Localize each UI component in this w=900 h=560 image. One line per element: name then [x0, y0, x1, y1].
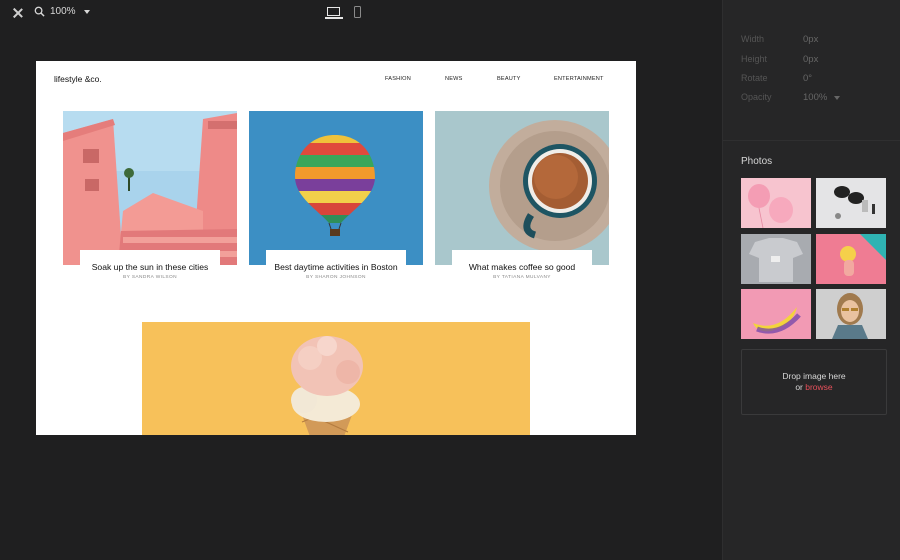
card-caption[interactable]: Best daytime activities in Boston BY SHA… — [266, 250, 406, 283]
card-author: BY SANDRA WILSON — [122, 275, 178, 280]
card-author: BY SHARON JOHNSON — [306, 275, 366, 280]
photo-thumb-sunglasses[interactable] — [816, 178, 886, 228]
card-caption[interactable]: What makes coffee so good BY TATIANA MUL… — [452, 250, 592, 283]
workspace: 100% lifestyle &co. FASHION NEWS BEAUTY … — [0, 0, 722, 560]
rotate-value[interactable]: 0° — [803, 73, 812, 84]
card-image-hot-air-balloon[interactable] — [249, 111, 423, 265]
card-title[interactable]: Best daytime activities in Boston — [266, 262, 406, 272]
hero-image-ice-cream[interactable] — [142, 322, 530, 435]
opacity-dropdown[interactable]: 100% — [803, 92, 841, 103]
photo-thumb-pink-balloons[interactable] — [741, 178, 811, 228]
nav-entertainment[interactable]: ENTERTAINMENT — [554, 76, 604, 82]
dropzone-or: or — [795, 382, 806, 392]
rotate-label: Rotate — [741, 73, 768, 83]
card-image-pink-building[interactable] — [63, 111, 237, 265]
right-panel: Width 0px Height 0px Rotate 0° Opacity 1… — [722, 0, 900, 560]
photo-thumb-tshirt[interactable] — [741, 234, 811, 284]
card-author: BY TATIANA MULVANY — [493, 275, 551, 280]
image-dropzone[interactable]: Drop image here or browse — [741, 349, 887, 415]
site-logo[interactable]: lifestyle &co. — [54, 74, 102, 84]
page-preview: lifestyle &co. FASHION NEWS BEAUTY ENTER… — [36, 61, 636, 435]
photo-thumb-banana[interactable] — [741, 289, 811, 339]
browse-link[interactable]: browse — [805, 382, 832, 392]
card-image-coffee-cup[interactable] — [435, 111, 609, 265]
dropzone-subtext: or browse — [742, 382, 886, 392]
width-label: Width — [741, 34, 765, 44]
opacity-value: 100% — [803, 92, 828, 103]
top-toolbar: 100% — [0, 0, 722, 28]
zoom-control[interactable]: 100% — [34, 6, 90, 17]
zoom-icon — [34, 6, 45, 17]
mobile-device-icon[interactable] — [354, 6, 361, 18]
height-value[interactable]: 0px — [803, 54, 818, 65]
photo-thumb-woman-portrait[interactable] — [816, 289, 886, 339]
nav-beauty[interactable]: BEAUTY — [497, 76, 521, 82]
card-caption[interactable]: Soak up the sun in these cities BY SANDR… — [80, 250, 220, 283]
photo-thumb-pink-wall[interactable] — [816, 234, 886, 284]
caret-down-icon — [834, 95, 841, 100]
caret-down-icon — [83, 9, 90, 14]
height-label: Height — [741, 54, 768, 64]
photos-title: Photos — [741, 156, 773, 167]
zoom-value: 100% — [50, 6, 76, 17]
width-value[interactable]: 0px — [803, 34, 818, 45]
dropzone-text: Drop image here — [782, 371, 846, 381]
nav-news[interactable]: NEWS — [445, 76, 463, 82]
close-icon[interactable] — [12, 7, 24, 19]
opacity-label: Opacity — [741, 92, 772, 102]
desktop-device-icon[interactable] — [325, 7, 343, 19]
card-title[interactable]: What makes coffee so good — [452, 262, 592, 272]
nav-fashion[interactable]: FASHION — [385, 76, 411, 82]
card-title[interactable]: Soak up the sun in these cities — [80, 262, 220, 272]
divider — [723, 140, 900, 141]
